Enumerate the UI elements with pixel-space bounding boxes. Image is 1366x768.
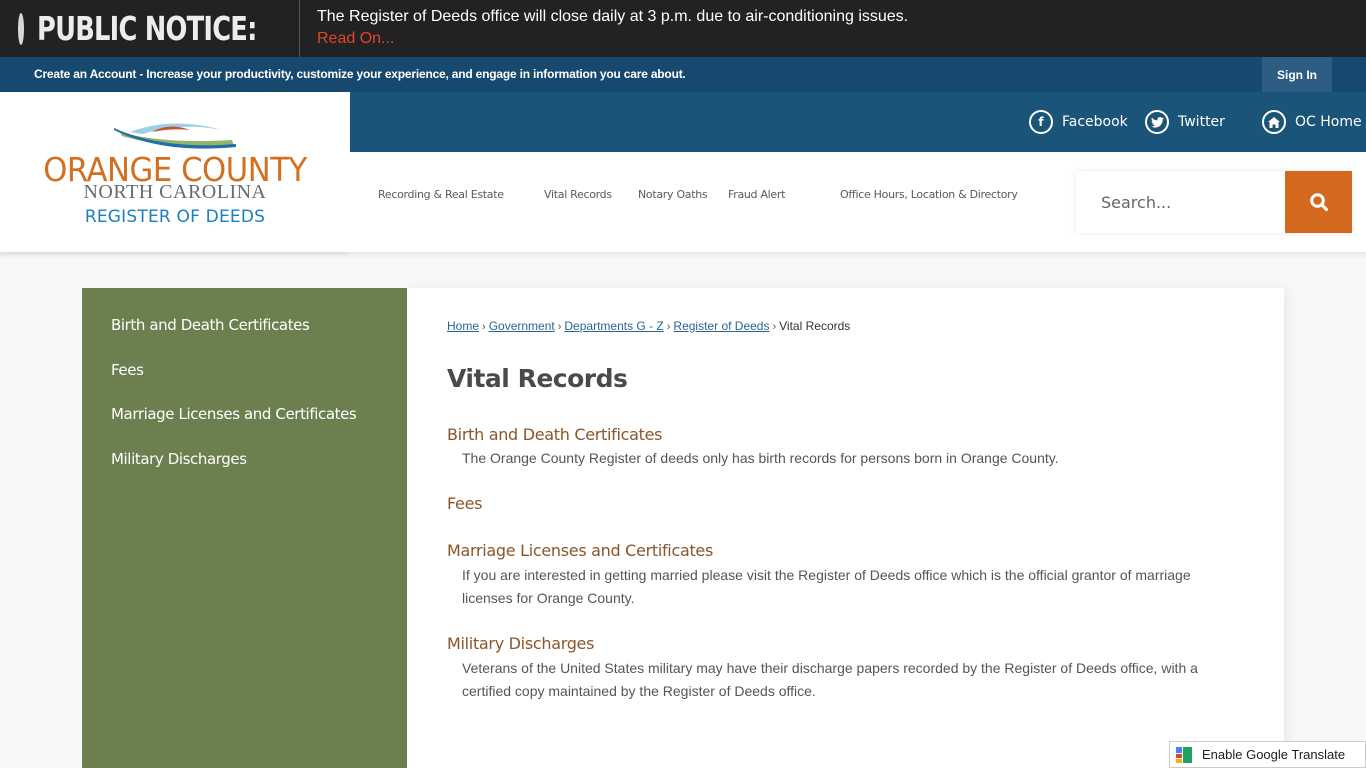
breadcrumb-government[interactable]: Government bbox=[489, 319, 555, 333]
sidebar-item-birth-death[interactable]: Birth and Death Certificates bbox=[111, 316, 310, 334]
breadcrumb-separator: › bbox=[557, 321, 562, 333]
nav-vital-records[interactable]: Vital Records bbox=[544, 188, 612, 201]
section-heading-birth-death[interactable]: Birth and Death Certificates bbox=[447, 425, 663, 444]
notice-read-on-link[interactable]: Read On... bbox=[317, 30, 394, 48]
site-logo[interactable]: ORANGE COUNTY NORTH CAROLINA REGISTER OF… bbox=[0, 92, 350, 252]
breadcrumb-current: Vital Records bbox=[779, 319, 851, 333]
main-content: Home › Government › Departments G - Z › Regist… bbox=[407, 288, 1284, 768]
sidebar-nav: Birth and Death Certificates Fees Marria… bbox=[82, 288, 407, 768]
search-icon bbox=[1309, 193, 1328, 212]
nav-fraud-alert[interactable]: Fraud Alert bbox=[728, 188, 785, 201]
search-button[interactable] bbox=[1285, 171, 1352, 233]
search-box bbox=[1076, 171, 1352, 233]
create-account-link[interactable]: Create an Account - Increase your produc… bbox=[34, 67, 686, 81]
sidebar-item-military[interactable]: Military Discharges bbox=[111, 450, 247, 468]
notice-message: The Register of Deeds office will close … bbox=[317, 8, 909, 25]
facebook-link[interactable]: f Facebook bbox=[1029, 110, 1128, 134]
header-shadow bbox=[0, 252, 1366, 260]
oc-home-link[interactable]: OC Home bbox=[1262, 110, 1362, 134]
google-translate-button[interactable]: Enable Google Translate bbox=[1169, 741, 1366, 768]
twitter-icon bbox=[1145, 110, 1169, 134]
logo-landscape-icon bbox=[114, 123, 236, 149]
section-body-military: Veterans of the United States military m… bbox=[462, 660, 1198, 699]
page-title: Vital Records bbox=[447, 364, 628, 393]
nav-notary-oaths[interactable]: Notary Oaths bbox=[638, 188, 708, 201]
home-icon bbox=[1262, 110, 1286, 134]
twitter-link[interactable]: Twitter bbox=[1145, 110, 1225, 134]
section-heading-military[interactable]: Military Discharges bbox=[447, 634, 594, 653]
breadcrumb: Home › Government › Departments G - Z › Regist… bbox=[447, 319, 850, 333]
facebook-icon: f bbox=[1029, 110, 1053, 134]
social-links-bar: f Facebook Twitter OC Home bbox=[350, 92, 1366, 152]
section-heading-fees[interactable]: Fees bbox=[447, 494, 482, 513]
alert-dot-icon bbox=[18, 12, 24, 45]
notice-title: PUBLIC NOTICE: bbox=[37, 9, 257, 48]
twitter-label: Twitter bbox=[1178, 114, 1225, 130]
section-body-birth-death: The Orange County Register of deeds only… bbox=[462, 450, 1059, 466]
section-body-marriage: If you are interested in getting married… bbox=[462, 567, 1191, 606]
sidebar-item-marriage[interactable]: Marriage Licenses and Certificates bbox=[111, 405, 357, 423]
nav-recording-real-estate[interactable]: Recording & Real Estate bbox=[378, 188, 504, 201]
oc-home-label: OC Home bbox=[1295, 114, 1362, 130]
public-notice-bar: PUBLIC NOTICE: The Register of Deeds off… bbox=[0, 0, 1366, 57]
section-heading-marriage[interactable]: Marriage Licenses and Certificates bbox=[447, 541, 713, 560]
google-translate-icon bbox=[1176, 746, 1192, 763]
account-bar: Create an Account - Increase your produc… bbox=[0, 57, 1366, 92]
breadcrumb-separator: › bbox=[772, 321, 777, 333]
search-input[interactable] bbox=[1076, 171, 1285, 233]
sidebar-item-fees[interactable]: Fees bbox=[111, 361, 144, 379]
breadcrumb-home[interactable]: Home bbox=[447, 319, 479, 333]
breadcrumb-separator: › bbox=[482, 321, 486, 333]
breadcrumb-departments[interactable]: Departments G - Z bbox=[564, 319, 663, 333]
logo-department-name: REGISTER OF DEEDS bbox=[84, 207, 266, 227]
sign-in-button[interactable]: Sign In bbox=[1262, 57, 1332, 92]
nav-office-hours[interactable]: Office Hours, Location & Directory bbox=[840, 188, 1018, 201]
logo-state-name: NORTH CAROLINA bbox=[83, 181, 267, 203]
notice-label: PUBLIC NOTICE: bbox=[0, 0, 300, 57]
translate-label: Enable Google Translate bbox=[1202, 747, 1346, 762]
breadcrumb-separator: › bbox=[666, 321, 671, 333]
facebook-label: Facebook bbox=[1062, 114, 1128, 130]
breadcrumb-register-of-deeds[interactable]: Register of Deeds bbox=[673, 319, 769, 333]
